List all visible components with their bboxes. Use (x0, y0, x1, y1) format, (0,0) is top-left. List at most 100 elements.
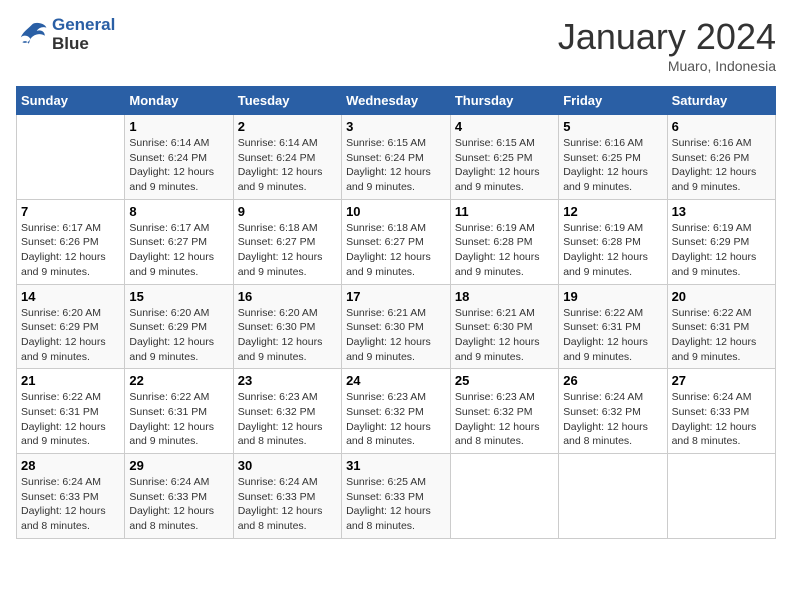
cell-info: Sunrise: 6:23 AMSunset: 6:32 PMDaylight:… (238, 391, 323, 447)
cell-info: Sunrise: 6:20 AMSunset: 6:29 PMDaylight:… (21, 307, 106, 363)
calendar-cell: 4 Sunrise: 6:15 AMSunset: 6:25 PMDaylight… (450, 115, 558, 200)
logo-icon (16, 21, 48, 49)
calendar-cell (559, 454, 667, 539)
day-number: 14 (21, 289, 120, 304)
cell-info: Sunrise: 6:23 AMSunset: 6:32 PMDaylight:… (346, 391, 431, 447)
day-number: 15 (129, 289, 228, 304)
cell-info: Sunrise: 6:18 AMSunset: 6:27 PMDaylight:… (238, 222, 323, 278)
cell-info: Sunrise: 6:16 AMSunset: 6:26 PMDaylight:… (672, 137, 757, 193)
cell-info: Sunrise: 6:20 AMSunset: 6:29 PMDaylight:… (129, 307, 214, 363)
title-block: January 2024 Muaro, Indonesia (558, 16, 776, 74)
calendar-cell: 30Sunrise: 6:24 AMSunset: 6:33 PMDayligh… (233, 454, 341, 539)
day-number: 3 (346, 119, 446, 134)
col-wednesday: Wednesday (342, 87, 451, 115)
cell-info: Sunrise: 6:14 AMSunset: 6:24 PMDaylight:… (129, 137, 214, 193)
calendar-cell: 17 Sunrise: 6:21 AMSunset: 6:30 PMDayligh… (342, 284, 451, 369)
day-number: 25 (455, 373, 554, 388)
header-row: Sunday Monday Tuesday Wednesday Thursday… (17, 87, 776, 115)
month-title: January 2024 (558, 16, 776, 58)
day-number: 21 (21, 373, 120, 388)
col-sunday: Sunday (17, 87, 125, 115)
cell-info: Sunrise: 6:15 AMSunset: 6:24 PMDaylight:… (346, 137, 431, 193)
day-number: 16 (238, 289, 337, 304)
day-number: 24 (346, 373, 446, 388)
cell-info: Sunrise: 6:22 AMSunset: 6:31 PMDaylight:… (129, 391, 214, 447)
cell-info: Sunrise: 6:23 AMSunset: 6:32 PMDaylight:… (455, 391, 540, 447)
col-friday: Friday (559, 87, 667, 115)
col-tuesday: Tuesday (233, 87, 341, 115)
calendar-week-4: 21 Sunrise: 6:22 AMSunset: 6:31 PMDayligh… (17, 369, 776, 454)
logo-text: General Blue (52, 16, 115, 53)
cell-info: Sunrise: 6:24 AMSunset: 6:32 PMDaylight:… (563, 391, 648, 447)
day-number: 22 (129, 373, 228, 388)
calendar-cell: 29Sunrise: 6:24 AMSunset: 6:33 PMDayligh… (125, 454, 233, 539)
day-number: 20 (672, 289, 771, 304)
cell-info: Sunrise: 6:14 AMSunset: 6:24 PMDaylight:… (238, 137, 323, 193)
cell-info: Sunrise: 6:24 AMSunset: 6:33 PMDaylight:… (21, 476, 106, 532)
day-number: 31 (346, 458, 446, 473)
cell-info: Sunrise: 6:15 AMSunset: 6:25 PMDaylight:… (455, 137, 540, 193)
location-subtitle: Muaro, Indonesia (558, 58, 776, 74)
cell-info: Sunrise: 6:25 AMSunset: 6:33 PMDaylight:… (346, 476, 431, 532)
calendar-cell: 23 Sunrise: 6:23 AMSunset: 6:32 PMDayligh… (233, 369, 341, 454)
calendar-cell: 22 Sunrise: 6:22 AMSunset: 6:31 PMDayligh… (125, 369, 233, 454)
cell-info: Sunrise: 6:22 AMSunset: 6:31 PMDaylight:… (563, 307, 648, 363)
cell-info: Sunrise: 6:21 AMSunset: 6:30 PMDaylight:… (455, 307, 540, 363)
day-number: 13 (672, 204, 771, 219)
col-thursday: Thursday (450, 87, 558, 115)
cell-info: Sunrise: 6:16 AMSunset: 6:25 PMDaylight:… (563, 137, 648, 193)
calendar-cell: 18Sunrise: 6:21 AMSunset: 6:30 PMDayligh… (450, 284, 558, 369)
cell-info: Sunrise: 6:17 AMSunset: 6:27 PMDaylight:… (129, 222, 214, 278)
day-number: 10 (346, 204, 446, 219)
calendar-cell: 20 Sunrise: 6:22 AMSunset: 6:31 PMDayligh… (667, 284, 775, 369)
calendar-cell: 8 Sunrise: 6:17 AMSunset: 6:27 PMDaylight… (125, 199, 233, 284)
cell-info: Sunrise: 6:24 AMSunset: 6:33 PMDaylight:… (672, 391, 757, 447)
calendar-table: Sunday Monday Tuesday Wednesday Thursday… (16, 86, 776, 539)
day-number: 26 (563, 373, 662, 388)
calendar-cell (450, 454, 558, 539)
day-number: 8 (129, 204, 228, 219)
logo: General Blue (16, 16, 115, 53)
calendar-cell: 26 Sunrise: 6:24 AMSunset: 6:32 PMDayligh… (559, 369, 667, 454)
day-number: 28 (21, 458, 120, 473)
col-monday: Monday (125, 87, 233, 115)
calendar-cell: 21 Sunrise: 6:22 AMSunset: 6:31 PMDayligh… (17, 369, 125, 454)
day-number: 1 (129, 119, 228, 134)
calendar-cell: 3 Sunrise: 6:15 AMSunset: 6:24 PMDaylight… (342, 115, 451, 200)
calendar-cell: 12 Sunrise: 6:19 AMSunset: 6:28 PMDayligh… (559, 199, 667, 284)
cell-info: Sunrise: 6:19 AMSunset: 6:29 PMDaylight:… (672, 222, 757, 278)
cell-info: Sunrise: 6:22 AMSunset: 6:31 PMDaylight:… (672, 307, 757, 363)
cell-info: Sunrise: 6:22 AMSunset: 6:31 PMDaylight:… (21, 391, 106, 447)
calendar-body: 1 Sunrise: 6:14 AMSunset: 6:24 PMDaylight… (17, 115, 776, 539)
col-saturday: Saturday (667, 87, 775, 115)
calendar-week-3: 14 Sunrise: 6:20 AMSunset: 6:29 PMDayligh… (17, 284, 776, 369)
cell-info: Sunrise: 6:18 AMSunset: 6:27 PMDaylight:… (346, 222, 431, 278)
day-number: 23 (238, 373, 337, 388)
calendar-cell: 28 Sunrise: 6:24 AMSunset: 6:33 PMDayligh… (17, 454, 125, 539)
calendar-cell: 25 Sunrise: 6:23 AMSunset: 6:32 PMDayligh… (450, 369, 558, 454)
cell-info: Sunrise: 6:19 AMSunset: 6:28 PMDaylight:… (455, 222, 540, 278)
calendar-cell: 7Sunrise: 6:17 AMSunset: 6:26 PMDaylight… (17, 199, 125, 284)
calendar-cell: 10 Sunrise: 6:18 AMSunset: 6:27 PMDayligh… (342, 199, 451, 284)
cell-info: Sunrise: 6:19 AMSunset: 6:28 PMDaylight:… (563, 222, 648, 278)
calendar-cell: 11 Sunrise: 6:19 AMSunset: 6:28 PMDayligh… (450, 199, 558, 284)
calendar-cell: 16 Sunrise: 6:20 AMSunset: 6:30 PMDayligh… (233, 284, 341, 369)
calendar-cell (667, 454, 775, 539)
calendar-cell: 1 Sunrise: 6:14 AMSunset: 6:24 PMDaylight… (125, 115, 233, 200)
day-number: 11 (455, 204, 554, 219)
cell-info: Sunrise: 6:21 AMSunset: 6:30 PMDaylight:… (346, 307, 431, 363)
day-number: 12 (563, 204, 662, 219)
calendar-week-1: 1 Sunrise: 6:14 AMSunset: 6:24 PMDaylight… (17, 115, 776, 200)
cell-info: Sunrise: 6:20 AMSunset: 6:30 PMDaylight:… (238, 307, 323, 363)
calendar-cell: 15 Sunrise: 6:20 AMSunset: 6:29 PMDayligh… (125, 284, 233, 369)
calendar-cell: 13 Sunrise: 6:19 AMSunset: 6:29 PMDayligh… (667, 199, 775, 284)
day-number: 17 (346, 289, 446, 304)
day-number: 2 (238, 119, 337, 134)
cell-info: Sunrise: 6:24 AMSunset: 6:33 PMDaylight:… (238, 476, 323, 532)
calendar-cell: 9 Sunrise: 6:18 AMSunset: 6:27 PMDaylight… (233, 199, 341, 284)
day-number: 9 (238, 204, 337, 219)
day-number: 7 (21, 204, 120, 219)
calendar-cell: 31 Sunrise: 6:25 AMSunset: 6:33 PMDayligh… (342, 454, 451, 539)
calendar-header: Sunday Monday Tuesday Wednesday Thursday… (17, 87, 776, 115)
day-number: 4 (455, 119, 554, 134)
